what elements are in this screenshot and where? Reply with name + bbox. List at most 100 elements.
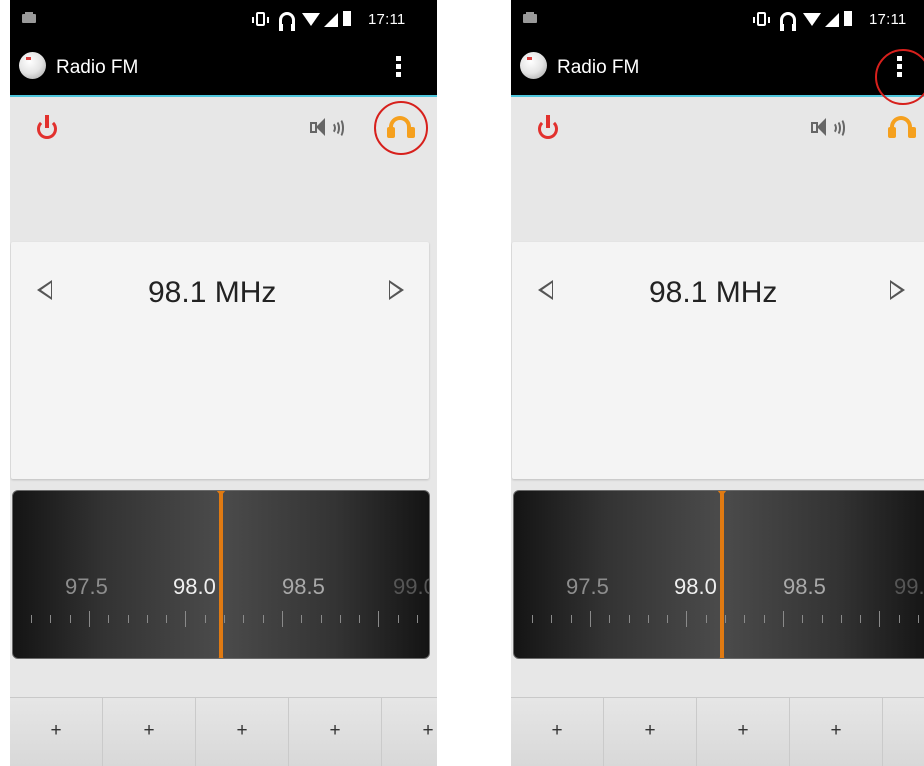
preset-button[interactable]: + (289, 698, 382, 766)
dial-tick (320, 615, 322, 623)
dial-tick (359, 615, 361, 623)
signal-icon (825, 13, 839, 27)
preset-bar: + + + + + (10, 697, 437, 766)
overflow-menu-button[interactable] (390, 54, 406, 80)
phone-screen-left: 17:11 Radio FM 98.1 MHz 97.5 98.0 98.5 9… (10, 0, 437, 766)
seek-forward-icon[interactable] (890, 280, 905, 300)
app-logo-icon (520, 52, 547, 79)
preset-button[interactable]: + (103, 698, 196, 766)
dial-tick (166, 615, 168, 623)
highlight-circle (875, 49, 924, 105)
frequency-display: 98.1 MHz (148, 276, 277, 309)
dial-tick (918, 615, 919, 623)
battery-icon (844, 11, 852, 26)
preset-button[interactable]: + (883, 698, 924, 766)
status-icons (753, 9, 867, 31)
app-bar: Radio FM (511, 41, 924, 97)
radio-notification-icon (523, 12, 537, 24)
dial-tick (628, 615, 630, 623)
preset-button[interactable]: + (604, 698, 697, 766)
dial-tick (243, 615, 245, 623)
dial-tick (898, 615, 900, 623)
preset-button[interactable]: + (511, 698, 604, 766)
dial-label: 98.0 (173, 574, 216, 599)
dial-tick (532, 615, 533, 623)
app-bar: Radio FM (10, 41, 437, 97)
dial-tick (88, 611, 90, 627)
dial-label: 99.0 (894, 574, 924, 599)
dial-ticks (514, 611, 924, 633)
headphone-button[interactable] (884, 109, 920, 145)
dial-tick (262, 615, 264, 623)
app-title: Radio FM (557, 57, 640, 78)
dial-tick (821, 615, 823, 623)
dial-tick (840, 615, 842, 623)
speaker-button[interactable] (310, 116, 350, 142)
frequency-display: 98.1 MHz (649, 276, 778, 309)
preset-bar: + + + + + (511, 697, 924, 766)
dial-label: 97.5 (566, 574, 609, 599)
preset-button[interactable]: + (697, 698, 790, 766)
battery-icon (343, 11, 351, 26)
wifi-icon (302, 13, 320, 26)
speaker-button[interactable] (811, 116, 851, 142)
seek-forward-icon[interactable] (389, 280, 404, 300)
dial-tick (50, 615, 52, 623)
dial-tick (146, 615, 148, 623)
dial-tick (589, 611, 591, 627)
power-button[interactable] (536, 113, 562, 143)
signal-icon (324, 13, 338, 27)
dial-label: 98.5 (783, 574, 826, 599)
preset-button[interactable]: + (196, 698, 289, 766)
vibrate-icon (753, 12, 770, 26)
radio-notification-icon (22, 12, 36, 24)
dial-tick (378, 611, 380, 627)
seek-back-icon[interactable] (538, 280, 553, 300)
frequency-card: 98.1 MHz (11, 242, 429, 479)
dial-tick (281, 611, 283, 627)
headset-icon (780, 12, 796, 31)
status-time: 17:11 (368, 11, 406, 28)
tuning-dial[interactable]: 97.5 98.0 98.5 99.0 (12, 490, 430, 659)
phone-screen-right: 17:11 Radio FM 98.1 MHz 97.5 98.0 98.5 9… (511, 0, 924, 766)
seek-back-icon[interactable] (37, 280, 52, 300)
dial-label: 99.0 (393, 574, 429, 599)
status-icons (252, 9, 366, 31)
tuning-needle[interactable] (717, 491, 727, 658)
dial-tick (860, 615, 862, 623)
dial-tick (417, 615, 418, 623)
tuning-dial[interactable]: 97.5 98.0 98.5 99.0 (513, 490, 924, 659)
dial-tick (705, 615, 707, 623)
tuning-needle[interactable] (216, 491, 226, 658)
status-time: 17:11 (869, 11, 907, 28)
dial-label: 97.5 (65, 574, 108, 599)
dial-tick (301, 615, 303, 623)
headset-icon (279, 12, 295, 31)
dial-tick (570, 615, 572, 623)
dial-tick (879, 611, 881, 627)
app-title: Radio FM (56, 57, 139, 78)
dial-tick (69, 615, 71, 623)
dial-tick (802, 615, 804, 623)
wifi-icon (803, 13, 821, 26)
dial-tick (127, 615, 129, 623)
dial-tick (744, 615, 746, 623)
preset-button[interactable]: + (10, 698, 103, 766)
preset-button[interactable]: + (790, 698, 883, 766)
dial-tick (108, 615, 110, 623)
preset-button[interactable]: + (382, 698, 437, 766)
dial-tick (397, 615, 399, 623)
status-bar: 17:11 (511, 0, 924, 41)
app-logo-icon (19, 52, 46, 79)
dial-tick (782, 611, 784, 627)
dial-tick (647, 615, 649, 623)
dial-tick (667, 615, 669, 623)
power-button[interactable] (35, 113, 61, 143)
dial-tick (609, 615, 611, 623)
dial-tick (224, 615, 225, 623)
dial-tick (551, 615, 553, 623)
status-bar: 17:11 (10, 0, 437, 41)
dial-tick (763, 615, 765, 623)
dial-tick (339, 615, 341, 623)
dial-tick (204, 615, 206, 623)
